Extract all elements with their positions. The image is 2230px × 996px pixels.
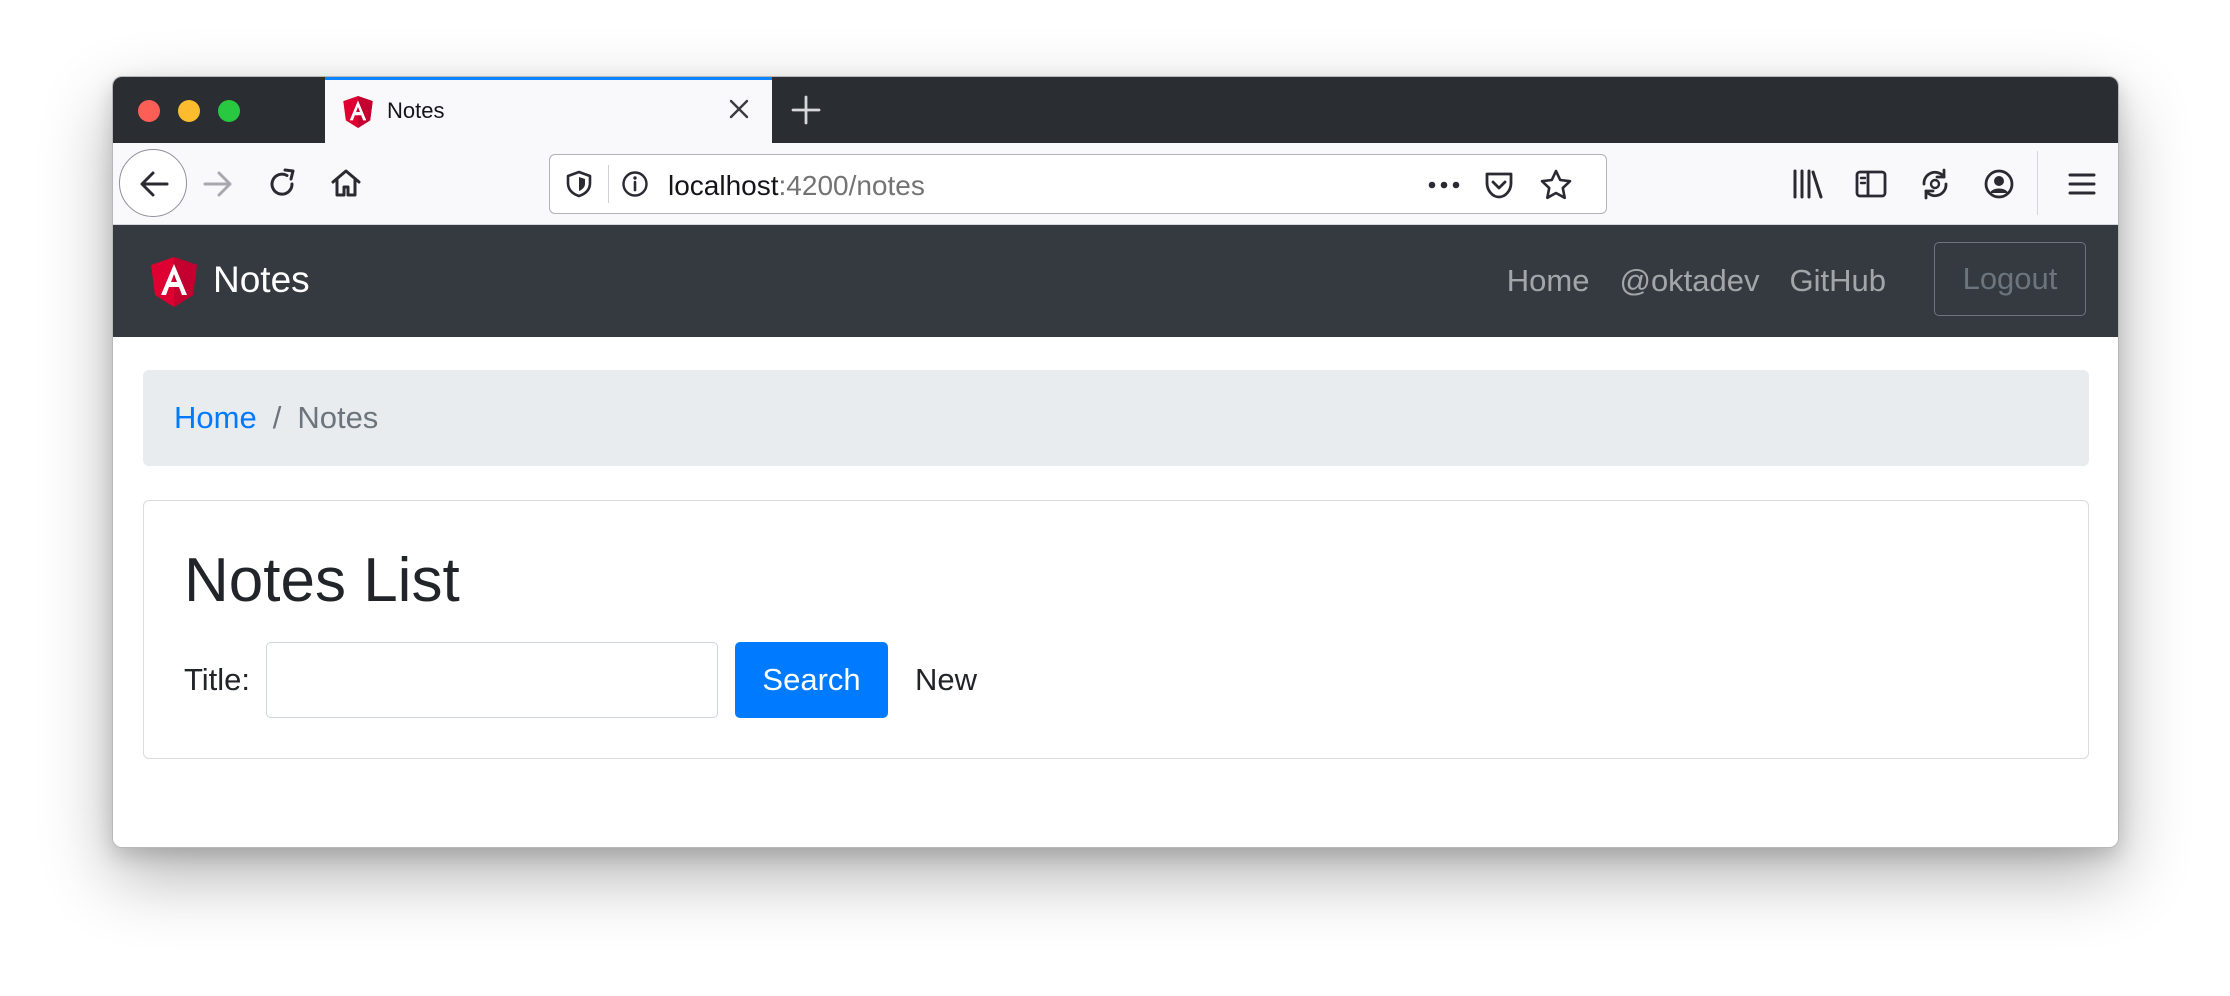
- url-text[interactable]: localhost:4200/notes: [668, 170, 925, 202]
- url-separator: [608, 165, 609, 203]
- app-navbar: Notes Home @oktadev GitHub Logout: [113, 225, 2118, 337]
- logout-button[interactable]: Logout: [1934, 242, 2086, 316]
- page-viewport: Notes Home @oktadev GitHub Logout Home /…: [113, 225, 2118, 847]
- account-icon[interactable]: [1981, 166, 2017, 202]
- info-icon[interactable]: [620, 169, 650, 199]
- search-form: Title: Search New: [184, 642, 977, 718]
- new-note-link[interactable]: New: [915, 662, 977, 698]
- toolbar-divider: [2037, 151, 2038, 215]
- breadcrumb-separator: /: [272, 400, 282, 435]
- angular-logo-icon[interactable]: [151, 257, 197, 307]
- minimize-window-button[interactable]: [178, 100, 200, 122]
- page-title: Notes List: [184, 546, 460, 615]
- browser-toolbar: localhost:4200/notes: [113, 143, 2118, 225]
- tab-strip: Notes: [113, 77, 2118, 143]
- menu-icon[interactable]: [2065, 167, 2099, 201]
- pocket-icon[interactable]: [1482, 168, 1516, 202]
- home-icon[interactable]: [329, 166, 363, 200]
- address-bar[interactable]: localhost:4200/notes: [549, 154, 1607, 214]
- maximize-window-button[interactable]: [218, 100, 240, 122]
- navbar-brand[interactable]: Notes: [213, 259, 310, 301]
- sync-icon[interactable]: [1917, 166, 1953, 202]
- breadcrumb-home-link[interactable]: Home: [174, 400, 257, 436]
- browser-window: Notes localhost:4200/notes Notes Home @o…: [112, 76, 2119, 848]
- tab-title: Notes: [387, 98, 445, 123]
- nav-links: Home @oktadev GitHub: [1507, 263, 1886, 299]
- bookmark-star-icon[interactable]: [1538, 167, 1574, 203]
- search-button[interactable]: Search: [735, 642, 889, 718]
- back-button[interactable]: [119, 149, 187, 217]
- tab-notes[interactable]: Notes: [325, 77, 772, 143]
- breadcrumb-current: Notes: [297, 400, 379, 435]
- breadcrumb: Home / Notes: [143, 370, 2089, 466]
- forward-icon[interactable]: [201, 167, 235, 201]
- new-tab-icon[interactable]: [789, 93, 823, 127]
- more-actions-icon[interactable]: [1426, 170, 1462, 200]
- sidebar-icon[interactable]: [1853, 166, 1889, 202]
- url-host: localhost: [668, 170, 779, 201]
- shield-icon[interactable]: [564, 169, 594, 199]
- nav-link-github[interactable]: GitHub: [1790, 263, 1886, 299]
- angular-icon: [343, 96, 373, 128]
- title-label: Title:: [184, 662, 251, 697]
- nav-link-home[interactable]: Home: [1507, 263, 1590, 299]
- title-search-input[interactable]: [266, 642, 719, 718]
- reload-icon[interactable]: [265, 167, 299, 201]
- notes-card: Notes List Title: Search New: [143, 500, 2089, 759]
- close-tab-icon[interactable]: [724, 94, 754, 124]
- arrow-left-icon: [140, 171, 169, 197]
- url-path: :4200/notes: [778, 170, 925, 201]
- library-icon[interactable]: [1789, 166, 1825, 202]
- close-window-button[interactable]: [138, 100, 160, 122]
- nav-link-oktadev[interactable]: @oktadev: [1619, 263, 1759, 299]
